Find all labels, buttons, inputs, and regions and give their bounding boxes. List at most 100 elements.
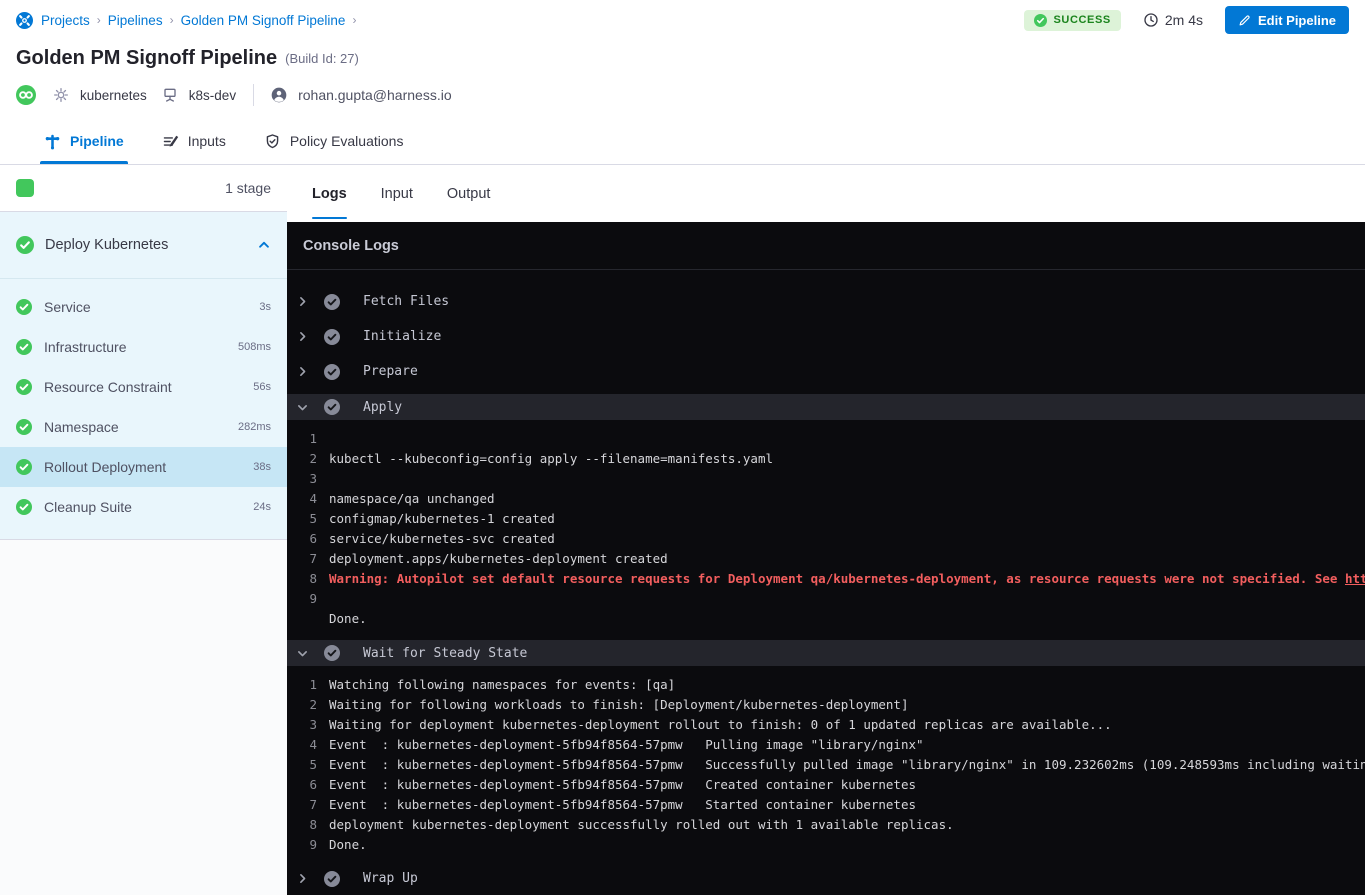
log-section-wait-for-steady-state[interactable]: Wait for Steady State xyxy=(287,640,1365,666)
chevron-right-icon[interactable] xyxy=(296,295,309,308)
step-item-cleanup-suite[interactable]: Cleanup Suite24s xyxy=(0,487,287,527)
log-line-text: kubectl --kubeconfig=config apply --file… xyxy=(329,449,773,469)
log-line: 6service/kubernetes-svc created xyxy=(287,529,1365,549)
log-line: 6Event : kubernetes-deployment-5fb94f856… xyxy=(287,775,1365,795)
edit-pipeline-label: Edit Pipeline xyxy=(1258,13,1336,28)
stage-header-deploy-kubernetes[interactable]: Deploy Kubernetes xyxy=(0,212,287,279)
tab-inputs[interactable]: Inputs xyxy=(162,118,226,164)
chevron-down-icon[interactable] xyxy=(296,647,309,660)
log-section-initialize[interactable]: Initialize xyxy=(287,319,1365,354)
log-panel-tab-logs[interactable]: Logs xyxy=(312,165,347,222)
step-duration: 38s xyxy=(253,461,271,473)
breadcrumb-link-golden-pm-signoff-pipeline[interactable]: Golden PM Signoff Pipeline xyxy=(181,13,346,28)
check-circle-icon xyxy=(16,459,32,475)
check-circle-icon xyxy=(1034,14,1047,27)
service-name: kubernetes xyxy=(80,88,147,103)
gear-icon xyxy=(53,87,69,103)
chevron-up-icon[interactable] xyxy=(257,238,271,252)
log-line-text: Done. xyxy=(329,835,367,855)
log-line-number: 2 xyxy=(287,695,317,715)
log-section-title: Initialize xyxy=(363,329,441,344)
inputs-icon xyxy=(162,133,179,150)
step-details-tab-bar: Logs Input Output xyxy=(287,165,1365,222)
breadcrumb-link-pipelines[interactable]: Pipelines xyxy=(108,13,163,28)
log-line: 1 Watching following namespaces for event… xyxy=(287,675,1365,695)
log-line: 4namespace/qa unchanged xyxy=(287,489,1365,509)
tab-label: Policy Evaluations xyxy=(290,133,404,149)
tab-policy-evaluations[interactable]: Policy Evaluations xyxy=(264,118,404,164)
edit-pipeline-button[interactable]: Edit Pipeline xyxy=(1225,6,1349,34)
log-line: 7 deployment.apps/kubernetes-deployment c… xyxy=(287,549,1365,569)
chevron-right-icon[interactable] xyxy=(296,872,309,885)
step-item-namespace[interactable]: Namespace 282ms xyxy=(0,407,287,447)
log-section-title: Apply xyxy=(363,400,402,415)
log-line-text: Watching following namespaces for events… xyxy=(329,675,675,695)
header-actions: SUCCESS 2m 4s Edit Pipeline xyxy=(1024,6,1349,34)
log-section-fetch-files[interactable]: Fetch Files xyxy=(287,284,1365,319)
log-link[interactable]: http://g xyxy=(1345,571,1365,586)
log-section-title: Wait for Steady State xyxy=(363,646,527,661)
log-line-text: Event : kubernetes-deployment-5fb94f8564… xyxy=(329,755,1365,775)
tab-label: Pipeline xyxy=(70,133,124,149)
step-item-resource-constraint[interactable]: Resource Constraint56s xyxy=(0,367,287,407)
console-title: Console Logs xyxy=(303,238,399,254)
log-line-text: deployment.apps/kubernetes-deployment cr… xyxy=(329,549,668,569)
cd-module-icon xyxy=(16,85,36,105)
main-tab-bar: Pipeline Inputs Policy Evaluations xyxy=(0,118,1365,165)
log-line: 4Event : kubernetes-deployment-5fb94f856… xyxy=(287,735,1365,755)
log-line-number: 1 xyxy=(287,675,317,695)
tab-pipeline[interactable]: Pipeline xyxy=(44,118,124,164)
log-line-number: 8 xyxy=(287,815,317,835)
step-duration: 282ms xyxy=(238,421,271,433)
step-item-infrastructure[interactable]: Infrastructure508ms xyxy=(0,327,287,367)
log-line-number: 8 xyxy=(287,569,317,589)
log-line: Done. xyxy=(287,609,1365,629)
breadcrumb-row: Projects›Pipelines›Golden PM Signoff Pip… xyxy=(16,0,1349,40)
stage-sidebar: 1 stage Deploy Kubernetes Service3sInfra… xyxy=(0,165,287,895)
breadcrumb-separator: › xyxy=(352,13,356,27)
log-line-text: Event : kubernetes-deployment-5fb94f8564… xyxy=(329,735,924,755)
log-section-wrap-up[interactable]: Wrap Up xyxy=(287,861,1365,895)
log-line-text: Event : kubernetes-deployment-5fb94f8564… xyxy=(329,775,916,795)
status-text: SUCCESS xyxy=(1053,14,1110,26)
log-line-number: 5 xyxy=(287,509,317,529)
log-section-prepare[interactable]: Prepare xyxy=(287,354,1365,389)
step-list: Service3sInfrastructure508msResource Con… xyxy=(0,279,287,527)
check-circle-icon xyxy=(324,294,340,310)
check-circle-icon xyxy=(324,364,340,380)
chevron-right-icon[interactable] xyxy=(296,365,309,378)
check-circle-icon xyxy=(324,645,340,661)
check-circle-icon xyxy=(324,329,340,345)
infrastructure-icon xyxy=(162,87,178,103)
log-line-number: 1 xyxy=(287,429,317,449)
console: Console Logs Fetch Files Initialize Prepar… xyxy=(287,222,1365,895)
app-window: Projects›Pipelines›Golden PM Signoff Pip… xyxy=(0,0,1365,895)
log-line-number: 7 xyxy=(287,795,317,815)
log-panel-tab-input[interactable]: Input xyxy=(381,165,413,222)
status-badge: SUCCESS xyxy=(1024,10,1120,31)
step-item-service[interactable]: Service3s xyxy=(0,287,287,327)
log-line: 5configmap/kubernetes-1 created xyxy=(287,509,1365,529)
chevron-down-icon[interactable] xyxy=(296,401,309,414)
check-circle-icon xyxy=(324,871,340,887)
log-line-number: 7 xyxy=(287,549,317,569)
pipeline-meta-row: kubernetes k8s-dev rohan.gupta@harness.i… xyxy=(16,78,1349,112)
user-avatar-icon xyxy=(271,87,287,103)
log-line-number: 6 xyxy=(287,529,317,549)
log-line: 9 xyxy=(287,589,1365,609)
log-line: 3 xyxy=(287,469,1365,489)
log-section-title: Wrap Up xyxy=(363,871,418,886)
console-body: Fetch FilesInitializePrepareApply12kubec… xyxy=(287,270,1365,895)
chevron-right-icon[interactable] xyxy=(296,330,309,343)
log-section-apply[interactable]: Apply xyxy=(287,394,1365,420)
tab-label: Inputs xyxy=(188,133,226,149)
step-item-rollout-deployment[interactable]: Rollout Deployment38s xyxy=(0,447,287,487)
log-panel-tab-output[interactable]: Output xyxy=(447,165,491,222)
log-line: 8deployment kubernetes-deployment succes… xyxy=(287,815,1365,835)
title-row: Golden PM Signoff Pipeline (Build Id: 27… xyxy=(16,42,1349,74)
step-name: Namespace xyxy=(44,419,226,435)
breadcrumb-link-projects[interactable]: Projects xyxy=(41,13,90,28)
stage-panel: Deploy Kubernetes Service3sInfrastructur… xyxy=(0,212,287,540)
log-line-text: Waiting for following workloads to finis… xyxy=(329,695,908,715)
pipeline-duration: 2m 4s xyxy=(1143,12,1203,28)
